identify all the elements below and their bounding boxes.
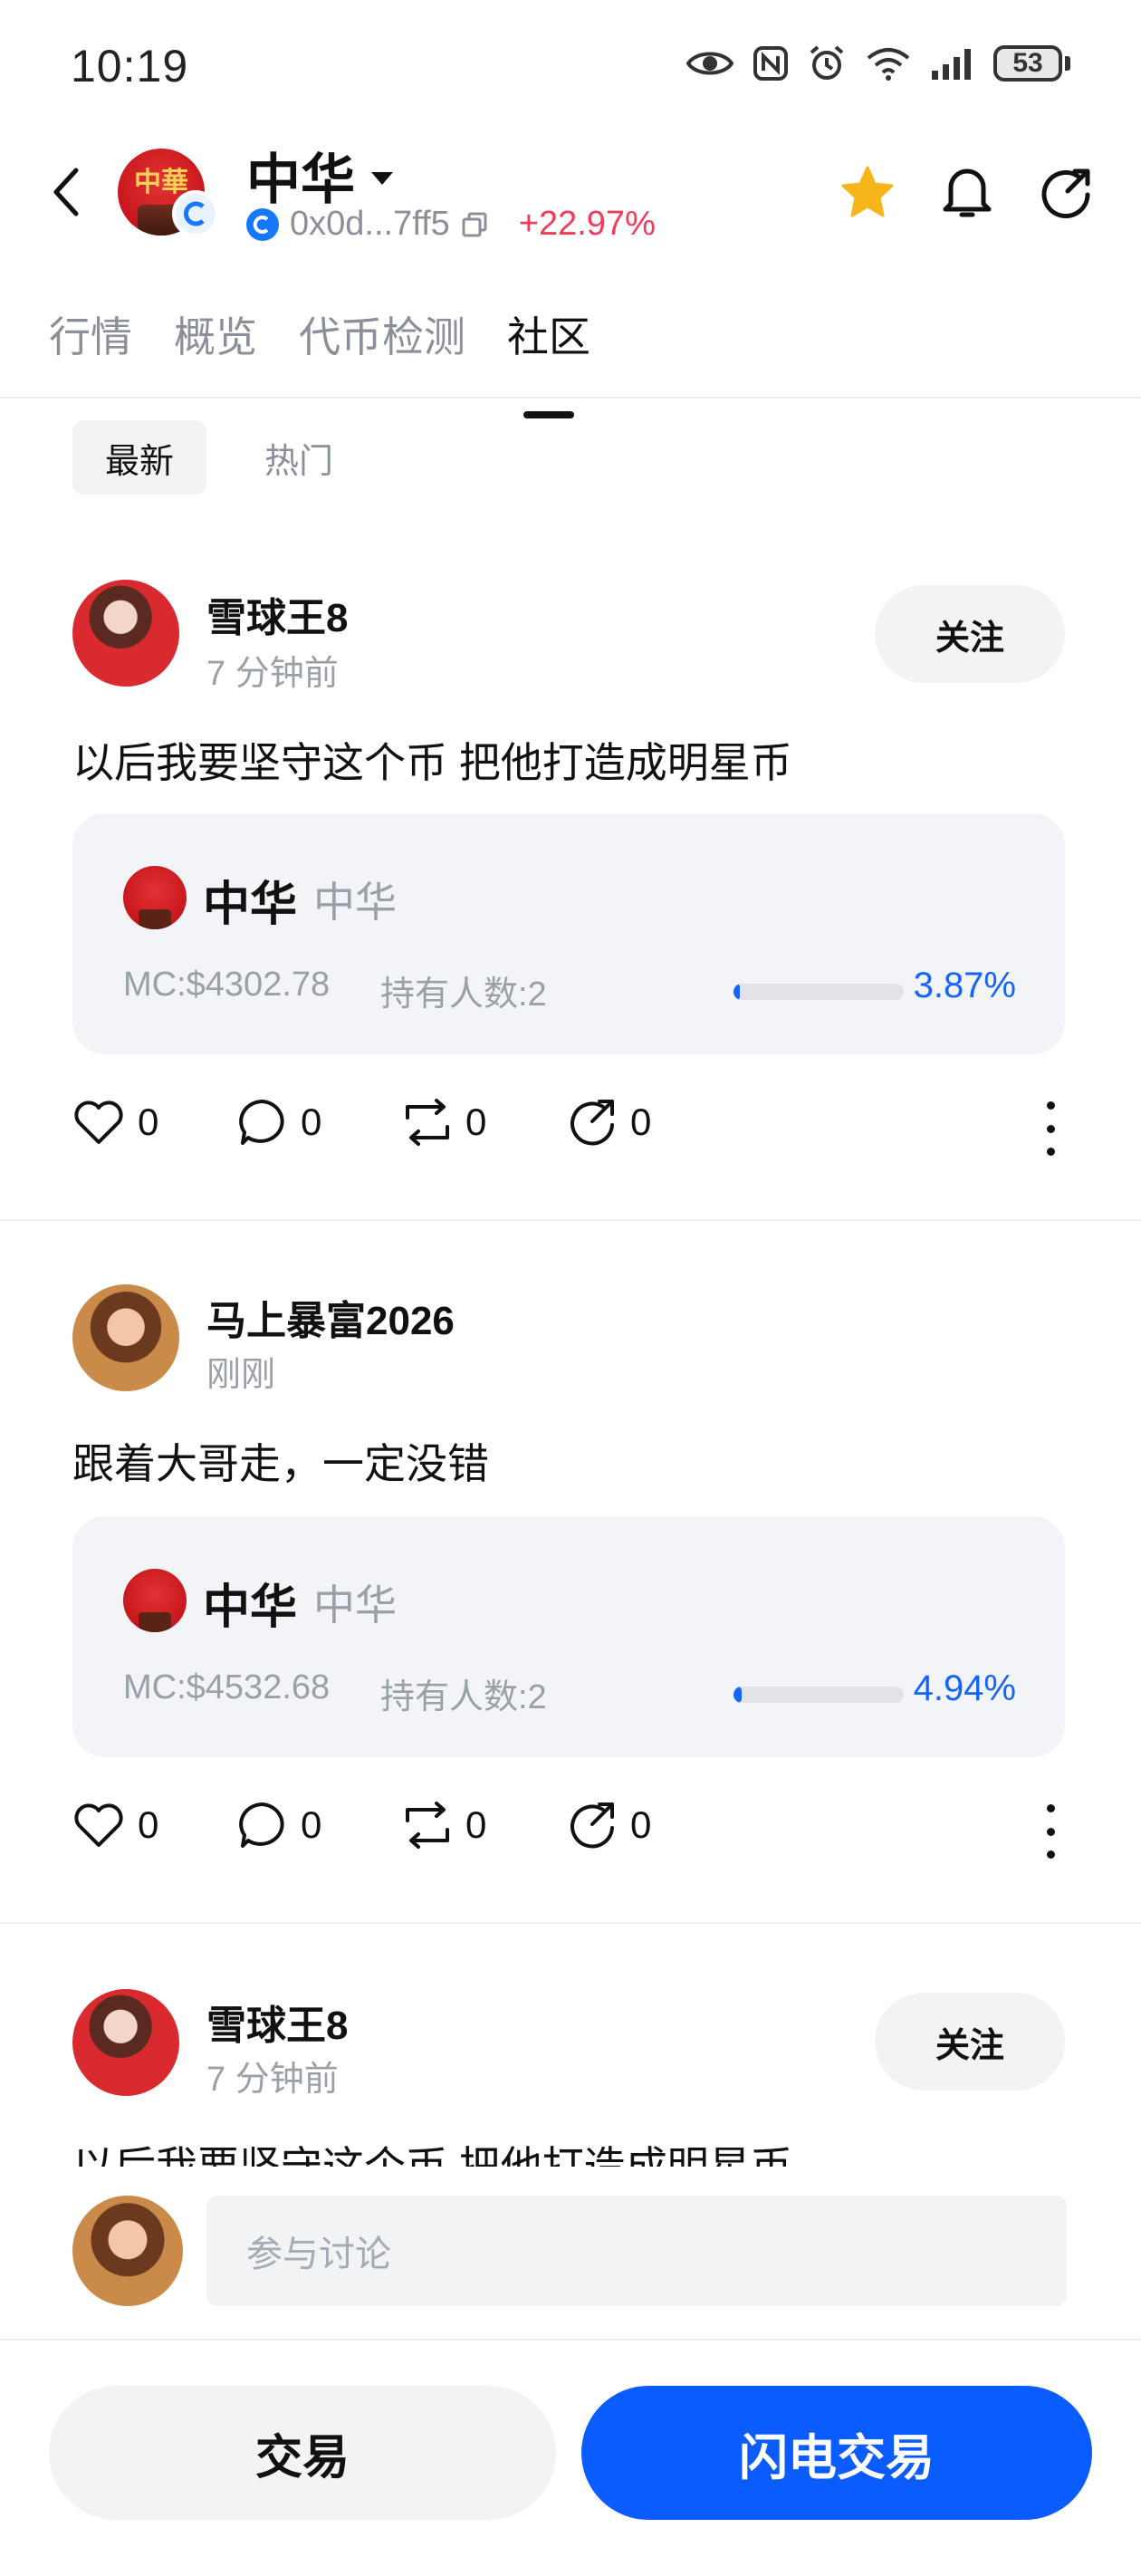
repost-button[interactable]: 0 xyxy=(402,1801,567,1850)
tab-community[interactable]: 社区 xyxy=(507,304,590,418)
avatar[interactable] xyxy=(72,1284,179,1391)
like-button[interactable]: 0 xyxy=(72,1099,237,1146)
star-icon[interactable] xyxy=(837,161,898,223)
comment-count: 0 xyxy=(301,1803,322,1846)
comment-button[interactable]: 0 xyxy=(237,1801,402,1850)
like-button[interactable]: 0 xyxy=(72,1802,237,1849)
share-button[interactable]: 0 xyxy=(567,1098,732,1147)
token-avatar xyxy=(123,866,187,929)
post-actions: 0 0 0 0 xyxy=(72,1801,732,1850)
back-icon[interactable] xyxy=(49,165,85,219)
active-tab-indicator xyxy=(523,411,574,418)
token-card-market-cap: MC:$4532.68 xyxy=(123,1668,331,1706)
share-count: 0 xyxy=(630,1803,652,1846)
token-card[interactable]: 中华 中华 MC:$4302.78 持有人数:2 3.87% xyxy=(72,813,1065,1054)
post-username[interactable]: 马上暴富2026 xyxy=(206,1288,455,1346)
comment-count: 0 xyxy=(301,1101,322,1143)
price-change: +22.97% xyxy=(518,205,656,243)
token-card-market-cap: MC:$4302.78 xyxy=(123,966,331,1004)
divider xyxy=(0,1219,1141,1221)
more-icon[interactable] xyxy=(1041,1804,1060,1859)
post-text: 跟着大哥走，一定没错 xyxy=(72,1440,489,1487)
status-time: 10:19 xyxy=(71,41,189,91)
tab-token-check[interactable]: 代币检测 xyxy=(299,304,465,364)
comment-icon xyxy=(239,1802,284,1848)
sort-filter: 最新 热门 xyxy=(72,420,366,495)
tab-overview[interactable]: 概览 xyxy=(174,304,257,364)
token-card-holders: 持有人数:2 xyxy=(380,1678,547,1716)
repost-icon xyxy=(406,1802,449,1849)
token-card-symbol: 中华 xyxy=(313,879,397,926)
post-time: 刚刚 xyxy=(206,1356,276,1394)
progress-percent: 4.94% xyxy=(913,1668,1016,1708)
token-card-name: 中华 xyxy=(203,1581,298,1634)
eye-icon xyxy=(686,52,734,75)
token-name: 中华 xyxy=(246,149,355,210)
alarm-icon xyxy=(810,45,844,80)
like-count: 0 xyxy=(138,1803,159,1846)
address-row: 0x0d...7ff5 +22.97% xyxy=(246,205,656,244)
chain-badge-icon xyxy=(172,190,219,237)
share-icon xyxy=(570,1100,614,1146)
repost-count: 0 xyxy=(465,1803,487,1846)
more-icon[interactable] xyxy=(1041,1101,1060,1156)
post-username[interactable]: 雪球王8 xyxy=(206,585,348,643)
divider xyxy=(0,2339,1141,2341)
post-time: 7 分钟前 xyxy=(206,2061,339,2099)
progress-bar xyxy=(734,1687,904,1703)
heart-icon xyxy=(74,1101,123,1144)
filter-hot[interactable]: 热门 xyxy=(232,420,366,495)
divider xyxy=(0,1922,1141,1924)
share-button[interactable]: 0 xyxy=(567,1801,732,1850)
follow-button[interactable]: 关注 xyxy=(875,585,1065,683)
trade-button[interactable]: 交易 xyxy=(49,2386,556,2520)
avatar[interactable] xyxy=(72,580,179,687)
battery-level: 53 xyxy=(993,45,1062,82)
status-icons: 53 xyxy=(686,43,1070,83)
comment-icon xyxy=(239,1100,284,1145)
progress-bar xyxy=(734,984,904,1000)
share-icon[interactable] xyxy=(1036,161,1098,223)
wifi-icon xyxy=(867,48,910,81)
repost-count: 0 xyxy=(465,1101,487,1143)
repost-icon xyxy=(406,1099,449,1146)
nfc-icon xyxy=(753,46,788,81)
post-username[interactable]: 雪球王8 xyxy=(206,1993,348,2051)
post-actions: 0 0 0 0 xyxy=(72,1098,732,1147)
battery-icon: 53 xyxy=(993,45,1070,82)
tab-bar: 行情 概览 代币检测 社区 xyxy=(49,304,590,418)
share-icon xyxy=(570,1802,614,1849)
filter-latest[interactable]: 最新 xyxy=(72,420,207,495)
repost-button[interactable]: 0 xyxy=(402,1098,567,1147)
divider xyxy=(0,397,1141,399)
token-card-symbol: 中华 xyxy=(313,1581,397,1629)
token-address: 0x0d...7ff5 xyxy=(290,205,450,243)
comment-input[interactable]: 参与讨论 xyxy=(206,2196,1067,2306)
bell-icon[interactable] xyxy=(936,161,998,223)
avatar xyxy=(72,2196,183,2306)
signal-icon xyxy=(932,49,971,80)
heart-icon xyxy=(74,1803,123,1847)
tab-market[interactable]: 行情 xyxy=(49,304,132,364)
post-text: 以后我要坚守这个币 把他打造成明星币 xyxy=(72,739,792,786)
token-title[interactable]: 中华 xyxy=(246,136,393,215)
token-card-holders: 持有人数:2 xyxy=(380,976,547,1014)
avatar[interactable] xyxy=(72,1989,179,2096)
chevron-down-icon xyxy=(371,171,393,185)
token-card[interactable]: 中华 中华 MC:$4532.68 持有人数:2 4.94% xyxy=(72,1516,1065,1757)
tab-community-label: 社区 xyxy=(507,313,590,360)
like-count: 0 xyxy=(138,1101,159,1143)
flash-trade-button[interactable]: 闪电交易 xyxy=(581,2386,1092,2520)
copy-icon[interactable] xyxy=(461,211,488,238)
chain-icon xyxy=(246,207,279,241)
comment-button[interactable]: 0 xyxy=(237,1098,402,1147)
share-count: 0 xyxy=(630,1101,652,1143)
token-card-name: 中华 xyxy=(203,879,298,931)
post-time: 7 分钟前 xyxy=(206,655,339,693)
token-avatar xyxy=(123,1569,187,1632)
follow-button[interactable]: 关注 xyxy=(875,1993,1065,2091)
progress-percent: 3.87% xyxy=(913,966,1016,1005)
